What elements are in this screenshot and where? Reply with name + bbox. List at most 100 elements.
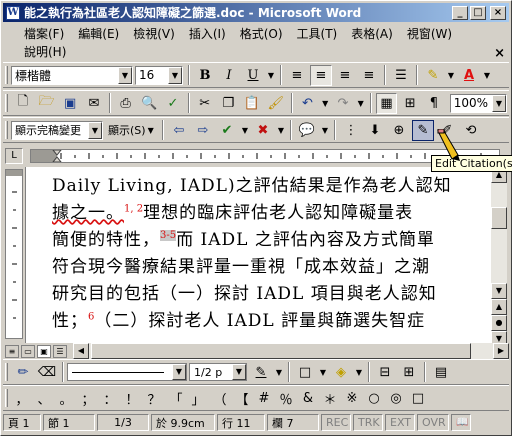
status-rec[interactable]: REC	[321, 414, 351, 431]
find-citation-icon[interactable]: ⋮	[340, 120, 362, 141]
endnote-icon[interactable]: ⟲	[460, 120, 482, 141]
menu-view[interactable]: 檢視(V)	[126, 25, 182, 42]
chevron-down-icon[interactable]: ▼	[172, 364, 186, 380]
undo-icon[interactable]: ↶	[297, 93, 319, 114]
chevron-down-icon[interactable]: ▼	[232, 364, 246, 380]
symbol-ampersand[interactable]: &	[298, 388, 318, 409]
edit-citation-icon[interactable]: ✎	[412, 119, 434, 141]
symbol-enum-comma[interactable]: 、	[34, 388, 54, 409]
shading-color-icon[interactable]: ◈	[330, 362, 352, 383]
underline-dropdown-icon[interactable]: ▼	[266, 65, 276, 86]
citation-marker[interactable]: 1, 2	[124, 203, 143, 214]
display-for-review-combo[interactable]: 顯示完稿變更 ▼	[11, 120, 103, 140]
chevron-down-icon[interactable]: ▼	[276, 120, 286, 141]
select-browse-object-button[interactable]: ●	[491, 315, 507, 331]
show-menu-button[interactable]: 顯示(S) ▼	[105, 120, 157, 140]
mail-icon[interactable]: ✉	[83, 93, 105, 114]
close-button[interactable]: ×	[490, 5, 506, 20]
menu-insert[interactable]: 插入(I)	[182, 25, 233, 42]
doc-line-4[interactable]: 符合現今醫療結果評量一重視「成本效益」之潮	[52, 252, 430, 277]
show-hide-icon[interactable]: ¶	[423, 93, 445, 114]
status-trk[interactable]: TRK	[353, 414, 383, 431]
line-weight-combo[interactable]: 1/2 p ▼	[189, 363, 247, 381]
chevron-down-icon[interactable]: ▼	[446, 65, 456, 86]
scroll-left-button[interactable]: ◀	[73, 343, 89, 359]
symbol-percent[interactable]: ％	[276, 388, 296, 409]
menu-edit[interactable]: 編輯(E)	[71, 25, 126, 42]
tables-borders-icon[interactable]: ▦	[375, 92, 398, 114]
close-document-button[interactable]: ×	[494, 46, 505, 61]
print-icon[interactable]: ⎙	[115, 93, 137, 114]
align-left-icon[interactable]: ≡	[310, 64, 332, 86]
symbol-comma[interactable]: ，	[12, 388, 32, 409]
insert-citation-icon[interactable]: ⬇	[364, 120, 386, 141]
symbol-asterisk[interactable]: ＊	[320, 388, 340, 409]
copy-icon[interactable]: ❐	[217, 93, 239, 114]
italic-button[interactable]: I	[218, 65, 240, 86]
chevron-down-icon[interactable]: ▼	[482, 65, 492, 86]
chevron-down-icon[interactable]: ▼	[168, 66, 182, 84]
previous-page-button[interactable]: ▲	[491, 299, 507, 315]
eraser-icon[interactable]: ⌫	[36, 362, 58, 383]
merge-cells-icon[interactable]: ⊟	[374, 362, 396, 383]
accept-change-icon[interactable]: ✔	[216, 120, 238, 141]
doc-line-1[interactable]: Daily Living, IADL)之評估結果是作為老人認知	[52, 171, 452, 196]
toolbar-grip[interactable]	[5, 94, 8, 112]
vertical-ruler[interactable]	[5, 169, 23, 339]
toolbar-grip[interactable]	[5, 121, 8, 139]
paste-icon[interactable]: 📋	[241, 93, 263, 114]
numbering-icon[interactable]: ☰	[390, 65, 412, 86]
tab-selector[interactable]: L	[5, 148, 23, 164]
scroll-thumb[interactable]	[491, 207, 507, 229]
highlight-icon[interactable]: ✎	[422, 65, 444, 86]
citation-marker-selected[interactable]: 3-5	[160, 230, 177, 242]
status-ext[interactable]: EXT	[385, 414, 415, 431]
format-bibliography-icon[interactable]: ⊕	[388, 120, 410, 141]
symbol-open-bracket[interactable]: 【	[232, 388, 252, 409]
symbol-question[interactable]: ？	[144, 388, 164, 409]
menu-file[interactable]: 檔案(F)	[17, 25, 71, 42]
doc-line-3[interactable]: 簡便的特性，3-5而 IADL 之評估內容及方式簡單	[52, 225, 435, 250]
line-style-combo[interactable]: ▼	[67, 363, 187, 381]
justify-icon[interactable]: ≡	[286, 65, 308, 86]
font-size-combo[interactable]: 16 ▼	[135, 65, 183, 85]
chevron-down-icon[interactable]: ▼	[491, 94, 506, 112]
chevron-down-icon[interactable]: ▼	[240, 120, 250, 141]
scroll-right-button[interactable]: ▶	[493, 343, 509, 359]
vertical-scrollbar[interactable]: ▲ ▼ ▲ ● ▼	[491, 167, 507, 347]
symbol-colon[interactable]: ：	[100, 388, 120, 409]
border-icon[interactable]: □	[294, 362, 316, 383]
spelling-icon[interactable]: ✓	[162, 93, 184, 114]
normal-view-button[interactable]: ≡	[5, 344, 19, 358]
chevron-down-icon[interactable]: ▼	[318, 362, 328, 383]
chevron-down-icon[interactable]: ▼	[320, 93, 330, 114]
word-app-icon[interactable]: W	[6, 5, 20, 20]
chevron-down-icon[interactable]: ▼	[354, 362, 364, 383]
symbol-reference-mark[interactable]: ※	[342, 388, 362, 409]
doc-line-6[interactable]: 性；6（二）探討老人 IADL 評量與篩選失智症	[52, 306, 425, 331]
align-center-icon[interactable]: ≡	[334, 65, 356, 86]
minimize-button[interactable]: _	[452, 5, 468, 20]
new-document-icon[interactable]: 🗋	[12, 93, 34, 114]
symbol-open-paren[interactable]: （	[210, 388, 230, 409]
doc-line-2[interactable]: 據之一。1, 2理想的臨床評估老人認知障礙量表	[52, 198, 413, 223]
symbol-semicolon[interactable]: ；	[78, 388, 98, 409]
underline-button[interactable]: U	[242, 65, 264, 86]
redo-icon[interactable]: ↷	[332, 93, 354, 114]
insert-comment-icon[interactable]: 💬	[296, 120, 318, 141]
bold-button[interactable]: B	[194, 65, 216, 86]
toolbar-grip[interactable]	[5, 389, 8, 407]
print-layout-button[interactable]: ▣	[37, 344, 51, 358]
previous-change-icon[interactable]: ⇦	[168, 120, 190, 141]
chevron-down-icon[interactable]: ▼	[118, 66, 132, 84]
horizontal-scroll-thumb[interactable]	[91, 343, 471, 359]
symbol-circle[interactable]: ○	[364, 388, 384, 409]
chevron-down-icon[interactable]: ▼	[320, 120, 330, 141]
print-preview-icon[interactable]: 🔍	[138, 93, 160, 114]
cut-icon[interactable]: ✂	[194, 93, 216, 114]
zoom-combo[interactable]: 100% ▼	[449, 93, 507, 113]
symbol-period[interactable]: 。	[56, 388, 76, 409]
font-name-combo[interactable]: 標楷體 ▼	[11, 65, 133, 85]
outline-view-button[interactable]: ☰	[53, 344, 67, 358]
insert-table-icon[interactable]: ⊞	[399, 93, 421, 114]
